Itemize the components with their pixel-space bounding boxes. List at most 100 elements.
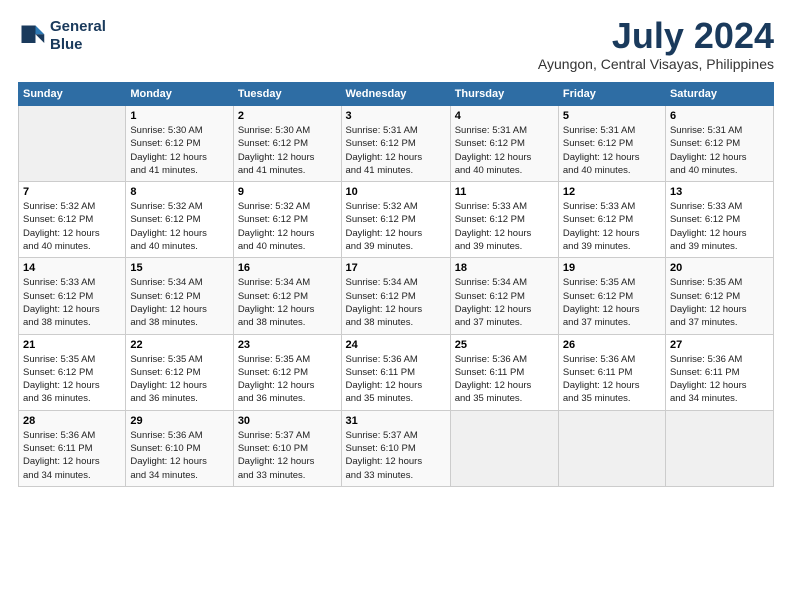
day-info: Sunrise: 5:36 AMSunset: 6:11 PMDaylight:… [563, 353, 661, 406]
calendar-cell: 18 Sunrise: 5:34 AMSunset: 6:12 PMDayligh… [450, 258, 558, 334]
day-info: Sunrise: 5:37 AMSunset: 6:10 PMDaylight:… [346, 429, 446, 482]
calendar-header-row: SundayMondayTuesdayWednesdayThursdayFrid… [19, 83, 774, 106]
day-number: 2 [238, 110, 337, 122]
calendar-cell: 14 Sunrise: 5:33 AMSunset: 6:12 PMDayligh… [19, 258, 126, 334]
calendar-cell: 30Sunrise: 5:37 AMSunset: 6:10 PMDayligh… [233, 410, 341, 486]
day-info: Sunrise: 5:35 AMSunset: 6:12 PMDaylight:… [670, 276, 769, 329]
day-number: 15 [130, 262, 228, 274]
day-info: Sunrise: 5:34 AMSunset: 6:12 PMDaylight:… [238, 276, 337, 329]
calendar-cell: 19 Sunrise: 5:35 AMSunset: 6:12 PMDayligh… [558, 258, 665, 334]
calendar-cell: 25 Sunrise: 5:36 AMSunset: 6:11 PMDayligh… [450, 334, 558, 410]
calendar-header-cell: Monday [126, 83, 233, 106]
calendar-cell: 3Sunrise: 5:31 AMSunset: 6:12 PMDaylight… [341, 106, 450, 182]
day-info: Sunrise: 5:32 AMSunset: 6:12 PMDaylight:… [346, 200, 446, 253]
calendar-cell [19, 106, 126, 182]
day-number: 16 [238, 262, 337, 274]
calendar-header-cell: Friday [558, 83, 665, 106]
logo-text: General Blue [50, 18, 106, 54]
day-info: Sunrise: 5:35 AMSunset: 6:12 PMDaylight:… [238, 353, 337, 406]
calendar-cell: 24 Sunrise: 5:36 AMSunset: 6:11 PMDayligh… [341, 334, 450, 410]
calendar-week-row: 1 Sunrise: 5:30 AMSunset: 6:12 PMDaylight… [19, 106, 774, 182]
calendar-header-cell: Tuesday [233, 83, 341, 106]
logo-icon [18, 22, 46, 50]
calendar-cell: 15 Sunrise: 5:34 AMSunset: 6:12 PMDayligh… [126, 258, 233, 334]
calendar-header-cell: Sunday [19, 83, 126, 106]
day-number: 12 [563, 186, 661, 198]
calendar-cell: 13 Sunrise: 5:33 AMSunset: 6:12 PMDayligh… [665, 182, 773, 258]
calendar-cell: 16 Sunrise: 5:34 AMSunset: 6:12 PMDayligh… [233, 258, 341, 334]
day-number: 22 [130, 339, 228, 351]
day-info: Sunrise: 5:36 AMSunset: 6:11 PMDaylight:… [346, 353, 446, 406]
day-number: 17 [346, 262, 446, 274]
calendar-cell: 20Sunrise: 5:35 AMSunset: 6:12 PMDayligh… [665, 258, 773, 334]
day-info: Sunrise: 5:36 AMSunset: 6:10 PMDaylight:… [130, 429, 228, 482]
calendar-week-row: 28Sunrise: 5:36 AMSunset: 6:11 PMDayligh… [19, 410, 774, 486]
day-number: 9 [238, 186, 337, 198]
calendar-table: SundayMondayTuesdayWednesdayThursdayFrid… [18, 82, 774, 487]
day-info: Sunrise: 5:34 AMSunset: 6:12 PMDaylight:… [455, 276, 554, 329]
day-number: 14 [23, 262, 121, 274]
calendar-cell: 28Sunrise: 5:36 AMSunset: 6:11 PMDayligh… [19, 410, 126, 486]
day-info: Sunrise: 5:35 AMSunset: 6:12 PMDaylight:… [130, 353, 228, 406]
day-number: 29 [130, 415, 228, 427]
calendar-cell: 5Sunrise: 5:31 AMSunset: 6:12 PMDaylight… [558, 106, 665, 182]
calendar-body: 1 Sunrise: 5:30 AMSunset: 6:12 PMDaylight… [19, 106, 774, 487]
calendar-cell: 21Sunrise: 5:35 AMSunset: 6:12 PMDayligh… [19, 334, 126, 410]
day-info: Sunrise: 5:32 AMSunset: 6:12 PMDaylight:… [23, 200, 121, 253]
day-number: 18 [455, 262, 554, 274]
calendar-cell [665, 410, 773, 486]
subtitle: Ayungon, Central Visayas, Philippines [538, 56, 774, 72]
day-info: Sunrise: 5:31 AMSunset: 6:12 PMDaylight:… [670, 124, 769, 177]
main-title: July 2024 [538, 18, 774, 54]
logo: General Blue [18, 18, 106, 54]
day-number: 3 [346, 110, 446, 122]
day-number: 19 [563, 262, 661, 274]
calendar-cell: 17 Sunrise: 5:34 AMSunset: 6:12 PMDayligh… [341, 258, 450, 334]
day-info: Sunrise: 5:33 AMSunset: 6:12 PMDaylight:… [23, 276, 121, 329]
calendar-header-cell: Wednesday [341, 83, 450, 106]
calendar-week-row: 21Sunrise: 5:35 AMSunset: 6:12 PMDayligh… [19, 334, 774, 410]
day-info: Sunrise: 5:31 AMSunset: 6:12 PMDaylight:… [455, 124, 554, 177]
calendar-cell: 10 Sunrise: 5:32 AMSunset: 6:12 PMDayligh… [341, 182, 450, 258]
calendar-cell [558, 410, 665, 486]
day-number: 25 [455, 339, 554, 351]
title-block: July 2024 Ayungon, Central Visayas, Phil… [538, 18, 774, 72]
calendar-header-cell: Thursday [450, 83, 558, 106]
calendar-cell: 9Sunrise: 5:32 AMSunset: 6:12 PMDaylight… [233, 182, 341, 258]
day-number: 7 [23, 186, 121, 198]
day-info: Sunrise: 5:32 AMSunset: 6:12 PMDaylight:… [130, 200, 228, 253]
day-info: Sunrise: 5:37 AMSunset: 6:10 PMDaylight:… [238, 429, 337, 482]
calendar-week-row: 7 Sunrise: 5:32 AMSunset: 6:12 PMDaylight… [19, 182, 774, 258]
day-info: Sunrise: 5:34 AMSunset: 6:12 PMDaylight:… [130, 276, 228, 329]
calendar-cell: 23Sunrise: 5:35 AMSunset: 6:12 PMDayligh… [233, 334, 341, 410]
day-number: 6 [670, 110, 769, 122]
day-info: Sunrise: 5:33 AMSunset: 6:12 PMDaylight:… [455, 200, 554, 253]
calendar-cell [450, 410, 558, 486]
day-info: Sunrise: 5:31 AMSunset: 6:12 PMDaylight:… [563, 124, 661, 177]
day-info: Sunrise: 5:34 AMSunset: 6:12 PMDaylight:… [346, 276, 446, 329]
calendar-cell: 8 Sunrise: 5:32 AMSunset: 6:12 PMDaylight… [126, 182, 233, 258]
calendar-cell: 12 Sunrise: 5:33 AMSunset: 6:12 PMDayligh… [558, 182, 665, 258]
day-number: 10 [346, 186, 446, 198]
day-number: 1 [130, 110, 228, 122]
day-number: 26 [563, 339, 661, 351]
day-info: Sunrise: 5:33 AMSunset: 6:12 PMDaylight:… [670, 200, 769, 253]
calendar-cell: 31Sunrise: 5:37 AMSunset: 6:10 PMDayligh… [341, 410, 450, 486]
day-info: Sunrise: 5:33 AMSunset: 6:12 PMDaylight:… [563, 200, 661, 253]
day-info: Sunrise: 5:36 AMSunset: 6:11 PMDaylight:… [670, 353, 769, 406]
day-info: Sunrise: 5:36 AMSunset: 6:11 PMDaylight:… [23, 429, 121, 482]
calendar-header-cell: Saturday [665, 83, 773, 106]
calendar-cell: 4 Sunrise: 5:31 AMSunset: 6:12 PMDaylight… [450, 106, 558, 182]
day-info: Sunrise: 5:35 AMSunset: 6:12 PMDaylight:… [23, 353, 121, 406]
day-number: 24 [346, 339, 446, 351]
header: General Blue July 2024 Ayungon, Central … [18, 18, 774, 72]
calendar-cell: 7 Sunrise: 5:32 AMSunset: 6:12 PMDaylight… [19, 182, 126, 258]
day-info: Sunrise: 5:36 AMSunset: 6:11 PMDaylight:… [455, 353, 554, 406]
calendar-week-row: 14 Sunrise: 5:33 AMSunset: 6:12 PMDayligh… [19, 258, 774, 334]
day-info: Sunrise: 5:35 AMSunset: 6:12 PMDaylight:… [563, 276, 661, 329]
day-number: 13 [670, 186, 769, 198]
day-number: 4 [455, 110, 554, 122]
day-number: 8 [130, 186, 228, 198]
calendar-cell: 1Sunrise: 5:30 AMSunset: 6:12 PMDaylight… [126, 106, 233, 182]
day-info: Sunrise: 5:30 AMSunset: 6:12 PMDaylight:… [238, 124, 337, 177]
